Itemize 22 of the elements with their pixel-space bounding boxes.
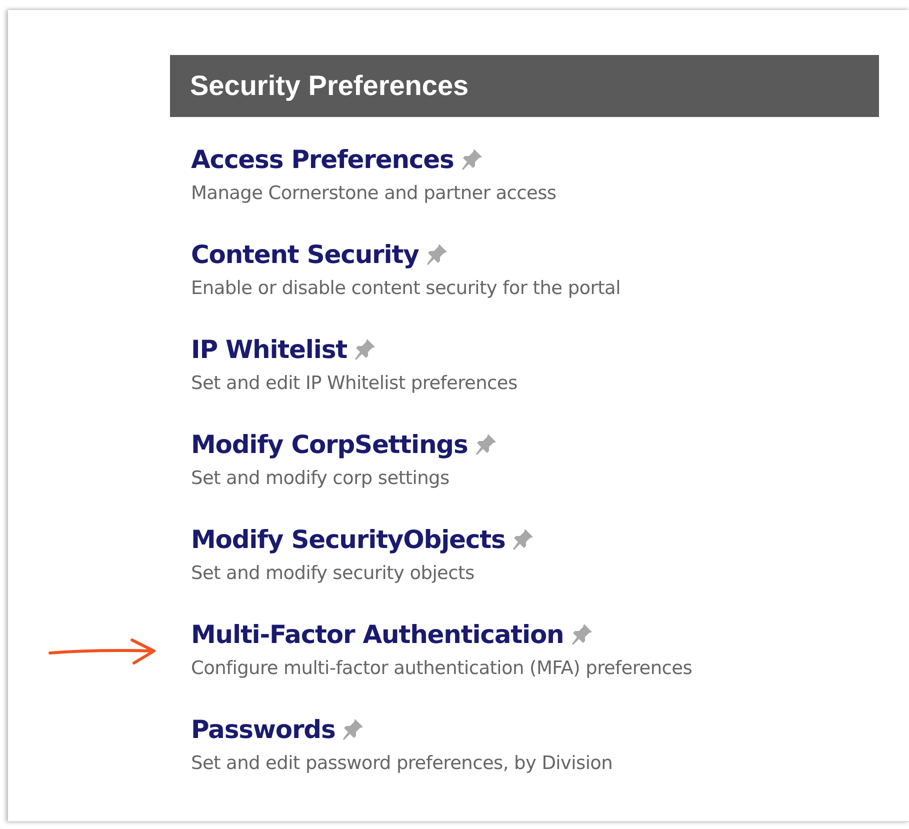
preference-description: Set and modify corp settings xyxy=(191,467,450,491)
pin-icon[interactable] xyxy=(341,717,366,741)
preference-description: Set and modify security objects xyxy=(191,562,476,586)
preference-link[interactable]: Passwords xyxy=(191,714,336,744)
pin-icon[interactable] xyxy=(474,432,498,456)
preference-link[interactable]: IP Whitelist xyxy=(191,334,347,364)
preference-link[interactable]: Multi-Factor Authentication xyxy=(191,620,564,648)
preference-description: Manage Cornerstone and partner access xyxy=(191,182,558,206)
pin-icon[interactable] xyxy=(511,527,536,551)
pin-icon[interactable] xyxy=(352,337,377,361)
preference-description: Configure multi-factor authentication (MFA) preferences xyxy=(191,657,694,681)
preference-description: Set and edit password preferences, by Division xyxy=(191,752,614,776)
pin-icon[interactable] xyxy=(424,242,449,266)
preference-link[interactable]: Modify SecurityObjects xyxy=(191,524,506,554)
preference-link[interactable]: Content Security xyxy=(191,240,419,268)
preference-description: Enable or disable content security for the portal xyxy=(191,277,622,301)
pin-icon[interactable] xyxy=(460,147,484,171)
preference-link[interactable]: Access Preferences xyxy=(191,144,454,174)
pin-icon[interactable] xyxy=(570,622,594,646)
preference-link[interactable]: Modify CorpSettings xyxy=(191,430,468,458)
preference-description: Set and edit IP Whitelist preferences xyxy=(191,372,518,396)
section-header: Security Preferences xyxy=(170,55,879,117)
